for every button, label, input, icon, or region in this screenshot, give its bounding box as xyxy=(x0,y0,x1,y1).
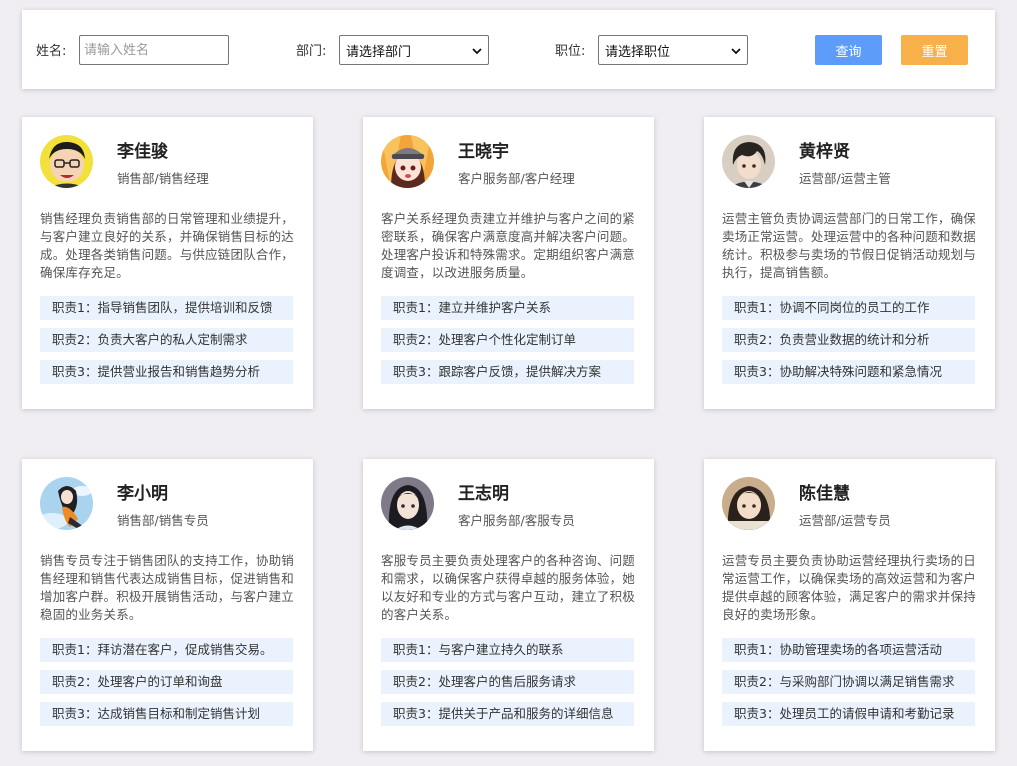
avatar-anime-girl-sky-icon xyxy=(40,477,93,530)
position-label: 职位: xyxy=(555,44,586,59)
search-panel: 姓名: 部门: 请选择部门 职位: 请选择职位 查询 重置 xyxy=(22,10,995,89)
duty-item: 职责3：处理员工的请假申请和考勤记录 xyxy=(722,702,975,726)
duty-item: 职责1：协调不同岗位的员工的工作 xyxy=(722,296,975,320)
duty-item: 职责1：指导销售团队，提供培训和反馈 xyxy=(40,296,293,320)
employee-name: 王志明 xyxy=(458,484,509,504)
duty-item: 职责3：达成销售目标和制定销售计划 xyxy=(40,702,293,726)
avatar xyxy=(381,477,434,530)
duty-item: 职责1：协助管理卖场的各项运营活动 xyxy=(722,638,975,662)
position-select-value: 请选择职位 xyxy=(605,44,671,60)
employee-name: 陈佳慧 xyxy=(799,484,850,504)
employee-name: 李佳骏 xyxy=(117,142,168,162)
employee-card: 王志明 客户服务部/客服专员 客服专员主要负责处理客户的各种咨询、问题和需求，以… xyxy=(363,459,654,751)
employee-description: 销售专员专注于销售团队的支持工作，协助销售经理和销售代表达成销售目标，促进销售和… xyxy=(40,553,295,622)
duty-item: 职责1：建立并维护客户关系 xyxy=(381,296,634,320)
duty-item: 职责2：处理客户的订单和询盘 xyxy=(40,670,293,694)
employee-card: 李佳骏 销售部/销售经理 销售经理负责销售部的日常管理和业绩提升，与客户建立良好… xyxy=(22,117,313,409)
employee-description: 销售经理负责销售部的日常管理和业绩提升，与客户建立良好的关系，并确保销售目标的达… xyxy=(40,211,295,280)
employee-description: 运营专员主要负责协助运营经理执行卖场的日常运营工作，以确保卖场的高效运营和为客户… xyxy=(722,553,977,622)
employee-name: 李小明 xyxy=(117,484,168,504)
avatar-anime-girl-longhair-icon xyxy=(381,477,434,530)
avatar-anime-boy-icon xyxy=(722,135,775,188)
avatar xyxy=(722,135,775,188)
duty-item: 职责3：协助解决特殊问题和紧急情况 xyxy=(722,360,975,384)
employee-card: 陈佳慧 运营部/运营专员 运营专员主要负责协助运营经理执行卖场的日常运营工作，以… xyxy=(704,459,995,751)
chevron-down-icon xyxy=(731,45,741,55)
duty-item: 职责3：提供营业报告和销售趋势分析 xyxy=(40,360,293,384)
position-select[interactable]: 请选择职位 xyxy=(598,35,748,65)
avatar xyxy=(40,477,93,530)
reset-button[interactable]: 重置 xyxy=(901,35,968,65)
employee-description: 客户关系经理负责建立并维护与客户之间的紧密联系，确保客户满意度高并解决客户问题。… xyxy=(381,211,636,280)
chevron-down-icon xyxy=(472,45,482,55)
employee-description: 运营主管负责协调运营部门的日常工作，确保卖场正常运营。处理运营中的各种问题和数据… xyxy=(722,211,977,280)
duty-item: 职责3：跟踪客户反馈，提供解决方案 xyxy=(381,360,634,384)
employee-department: 客户服务部/客服专员 xyxy=(458,513,575,528)
avatar-cartoon-man-icon xyxy=(40,135,93,188)
employee-department: 客户服务部/客户经理 xyxy=(458,171,575,186)
department-select-value: 请选择部门 xyxy=(346,44,412,60)
employee-name: 黄梓贤 xyxy=(799,142,850,162)
employee-card: 王晓宇 客户服务部/客户经理 客户关系经理负责建立并维护与客户之间的紧密联系，确… xyxy=(363,117,654,409)
avatar xyxy=(381,135,434,188)
duty-item: 职责2：负责大客户的私人定制需求 xyxy=(40,328,293,352)
duty-item: 职责2：负责营业数据的统计和分析 xyxy=(722,328,975,352)
employee-description: 客服专员主要负责处理客户的各种咨询、问题和需求，以确保客户获得卓越的服务体验，她… xyxy=(381,553,636,622)
duty-item: 职责1：拜访潜在客户，促成销售交易。 xyxy=(40,638,293,662)
employee-department: 销售部/销售专员 xyxy=(117,513,209,528)
employee-department: 运营部/运营专员 xyxy=(799,513,891,528)
duty-item: 职责3：提供关于产品和服务的详细信息 xyxy=(381,702,634,726)
employee-department: 销售部/销售经理 xyxy=(117,171,209,186)
employee-card: 黄梓贤 运营部/运营主管 运营主管负责协调运营部门的日常工作，确保卖场正常运营。… xyxy=(704,117,995,409)
avatar xyxy=(40,135,93,188)
employee-department: 运营部/运营主管 xyxy=(799,171,891,186)
duty-item: 职责2：处理客户个性化定制订单 xyxy=(381,328,634,352)
avatar-anime-girl-brown-icon xyxy=(722,477,775,530)
duty-item: 职责2：处理客户的售后服务请求 xyxy=(381,670,634,694)
employee-name: 王晓宇 xyxy=(458,142,509,162)
department-label: 部门: xyxy=(296,44,327,59)
duty-item: 职责2：与采购部门协调以满足销售需求 xyxy=(722,670,975,694)
department-select[interactable]: 请选择部门 xyxy=(339,35,489,65)
name-search-input[interactable] xyxy=(79,35,229,65)
name-label: 姓名: xyxy=(36,44,67,59)
avatar xyxy=(722,477,775,530)
employee-card: 李小明 销售部/销售专员 销售专员专注于销售团队的支持工作，协助销售经理和销售代… xyxy=(22,459,313,751)
query-button[interactable]: 查询 xyxy=(815,35,882,65)
duty-item: 职责1：与客户建立持久的联系 xyxy=(381,638,634,662)
avatar-anime-girl-cap-icon xyxy=(381,135,434,188)
